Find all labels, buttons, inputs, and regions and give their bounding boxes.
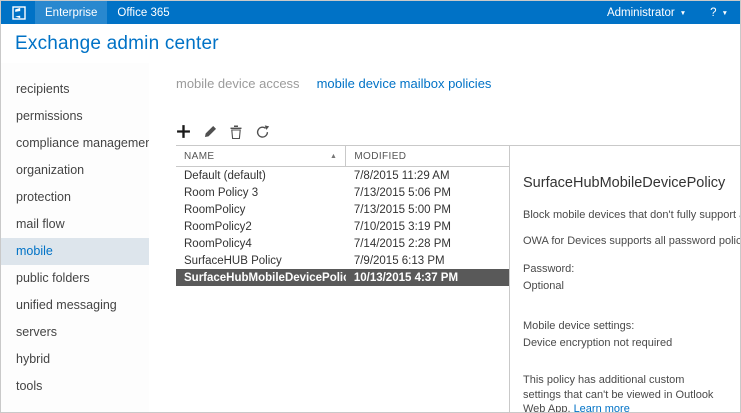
- table-row[interactable]: Default (default)7/8/2015 11:29 AM: [176, 167, 509, 185]
- details-pane: SurfaceHubMobileDevicePolicy Block mobil…: [509, 145, 740, 413]
- column-header-modified[interactable]: MODIFIED: [346, 146, 509, 167]
- policy-name-cell: Room Policy 3: [176, 184, 346, 201]
- policy-name-cell: RoomPolicy2: [176, 218, 346, 235]
- help-label: ?: [710, 7, 716, 19]
- edit-button[interactable]: [204, 125, 217, 138]
- policy-table: NAME ▲ MODIFIED Default (default)7/8/201…: [176, 145, 509, 286]
- details-footer: This policy has additional custom settin…: [523, 373, 740, 413]
- tabs: mobile device access mobile device mailb…: [176, 76, 740, 97]
- tab-mobile-device-mailbox-policies[interactable]: mobile device mailbox policies: [317, 76, 492, 97]
- workarea: NAME ▲ MODIFIED Default (default)7/8/201…: [176, 145, 740, 413]
- nav-enterprise[interactable]: Enterprise: [35, 1, 107, 24]
- policy-modified-cell: 7/13/2015 5:00 PM: [346, 201, 509, 218]
- learn-more-link[interactable]: Learn more: [574, 403, 630, 413]
- policy-list-pane: NAME ▲ MODIFIED Default (default)7/8/201…: [176, 145, 509, 413]
- topbar: Enterprise Office 365 Administrator ▼ ? …: [1, 1, 740, 24]
- policy-name-cell: SurfaceHUB Policy: [176, 252, 346, 269]
- sidebar-item-permissions[interactable]: permissions: [1, 103, 149, 130]
- sidebar-item-protection[interactable]: protection: [1, 184, 149, 211]
- device-settings-value: Device encryption not required: [523, 336, 740, 350]
- sidebar-item-mobile[interactable]: mobile: [1, 238, 149, 265]
- exchange-admin-center-window: Enterprise Office 365 Administrator ▼ ? …: [0, 0, 741, 413]
- password-value: Optional: [523, 279, 740, 293]
- table-row[interactable]: RoomPolicy7/13/2015 5:00 PM: [176, 201, 509, 218]
- topbar-left: Enterprise Office 365: [1, 1, 180, 24]
- delete-icon: [230, 125, 242, 139]
- table-row[interactable]: Room Policy 37/13/2015 5:06 PM: [176, 184, 509, 201]
- policy-modified-cell: 10/13/2015 4:37 PM: [346, 269, 509, 286]
- office-365-logo-icon[interactable]: [1, 1, 35, 24]
- refresh-button[interactable]: [255, 125, 270, 139]
- sidebar-item-servers[interactable]: servers: [1, 319, 149, 346]
- policy-name-cell: RoomPolicy4: [176, 235, 346, 252]
- column-header-name[interactable]: NAME ▲: [176, 146, 346, 167]
- table-row[interactable]: RoomPolicy47/14/2015 2:28 PM: [176, 235, 509, 252]
- add-button[interactable]: [176, 124, 191, 139]
- sidebar-item-unified-messaging[interactable]: unified messaging: [1, 292, 149, 319]
- table-row[interactable]: SurfaceHUB Policy7/9/2015 6:13 PM: [176, 252, 509, 269]
- help-menu[interactable]: ? ▼: [698, 1, 740, 24]
- edit-icon: [204, 125, 217, 138]
- table-row[interactable]: RoomPolicy27/10/2015 3:19 PM: [176, 218, 509, 235]
- main-content: mobile device access mobile device mailb…: [149, 63, 740, 413]
- body: recipientspermissionscompliance manageme…: [1, 63, 740, 413]
- policy-modified-cell: 7/9/2015 6:13 PM: [346, 252, 509, 269]
- sidebar-item-hybrid[interactable]: hybrid: [1, 346, 149, 373]
- toolbar: [176, 118, 740, 145]
- device-settings-label: Mobile device settings:: [523, 319, 740, 333]
- sidebar-item-tools[interactable]: tools: [1, 373, 149, 400]
- details-description-2: OWA for Devices supports all password po…: [523, 234, 740, 248]
- chevron-down-icon: ▼: [722, 10, 728, 17]
- sidebar-item-compliance-management[interactable]: compliance management: [1, 130, 149, 157]
- policy-modified-cell: 7/14/2015 2:28 PM: [346, 235, 509, 252]
- policy-modified-cell: 7/8/2015 11:29 AM: [346, 167, 509, 185]
- policy-modified-cell: 7/13/2015 5:06 PM: [346, 184, 509, 201]
- add-icon: [176, 124, 191, 139]
- password-label: Password:: [523, 262, 740, 276]
- sidebar-item-recipients[interactable]: recipients: [1, 76, 149, 103]
- tab-mobile-device-access[interactable]: mobile device access: [176, 76, 300, 97]
- user-menu[interactable]: Administrator ▼: [595, 1, 698, 24]
- sidebar-item-public-folders[interactable]: public folders: [1, 265, 149, 292]
- policy-table-body: Default (default)7/8/2015 11:29 AMRoom P…: [176, 167, 509, 287]
- sidebar: recipientspermissionscompliance manageme…: [1, 63, 149, 413]
- column-name-label: NAME: [184, 151, 215, 162]
- policy-name-cell: RoomPolicy: [176, 201, 346, 218]
- table-row[interactable]: SurfaceHubMobileDevicePolicy10/13/2015 4…: [176, 269, 509, 286]
- details-description-1: Block mobile devices that don't fully su…: [523, 208, 740, 222]
- topbar-right: Administrator ▼ ? ▼: [595, 1, 740, 24]
- policy-name-cell: Default (default): [176, 167, 346, 185]
- sidebar-item-mail-flow[interactable]: mail flow: [1, 211, 149, 238]
- details-title: SurfaceHubMobileDevicePolicy: [523, 175, 740, 191]
- policy-name-cell: SurfaceHubMobileDevicePolicy: [176, 269, 346, 286]
- page-title: Exchange admin center: [15, 33, 219, 55]
- policy-modified-cell: 7/10/2015 3:19 PM: [346, 218, 509, 235]
- user-name: Administrator: [607, 7, 675, 19]
- sidebar-item-organization[interactable]: organization: [1, 157, 149, 184]
- refresh-icon: [255, 125, 270, 139]
- sort-ascending-icon: ▲: [330, 153, 337, 160]
- delete-button[interactable]: [230, 125, 242, 139]
- table-header-row: NAME ▲ MODIFIED: [176, 146, 509, 167]
- nav-office-365[interactable]: Office 365: [107, 1, 179, 24]
- chevron-down-icon: ▼: [680, 10, 686, 17]
- page-header: Exchange admin center: [1, 24, 740, 63]
